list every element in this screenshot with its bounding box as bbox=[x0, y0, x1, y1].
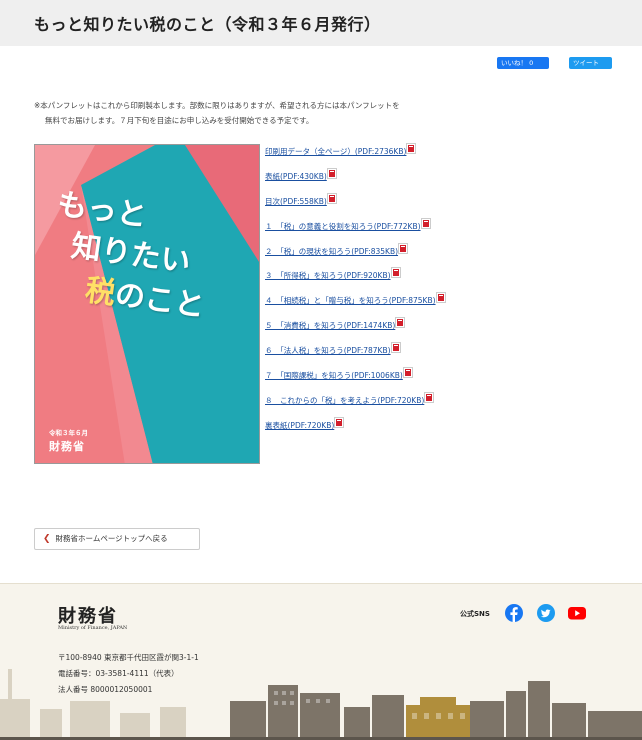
list-item: 表紙(PDF:430KB) bbox=[265, 167, 445, 196]
youtube-icon[interactable] bbox=[568, 604, 586, 622]
pdf-link-contents[interactable]: 目次(PDF:558KB) bbox=[265, 197, 327, 206]
cover-org: 財務省 bbox=[49, 440, 85, 453]
chevron-left-icon: ❮ bbox=[43, 534, 51, 544]
pdf-link-chapter-7[interactable]: ７ 「国際課税」を知ろう(PDF:1006KB) bbox=[265, 371, 403, 380]
pdf-icon bbox=[406, 143, 417, 154]
print-notice: ※本パンフレットはこれから印刷製本します。部数に限りはありますが、希望される方に… bbox=[34, 98, 554, 128]
pdf-icon bbox=[334, 416, 345, 428]
pdf-link-front-cover[interactable]: 表紙(PDF:430KB) bbox=[265, 172, 327, 181]
list-item: ８ これからの「税」を考えよう(PDF:720KB) bbox=[265, 391, 445, 420]
pdf-link-chapter-4[interactable]: ４ 「相続税」と「贈与税」を知ろう(PDF:875KB) bbox=[265, 296, 436, 305]
pdf-link-chapter-5[interactable]: ５ 「消費税」を知ろう(PDF:1474KB) bbox=[265, 321, 395, 330]
list-item: ７ 「国際課税」を知ろう(PDF:1006KB) bbox=[265, 367, 445, 395]
pdf-link-chapter-8[interactable]: ８ これからの「税」を考えよう(PDF:720KB) bbox=[265, 396, 424, 405]
pdf-icon bbox=[398, 242, 409, 254]
list-item: ３ 「所得税」を知ろう(PDF:920KB) bbox=[265, 267, 445, 295]
pamphlet-cover-image: もっと 知りたい 税のこと 令和３年６月 財務省 bbox=[34, 144, 260, 464]
pdf-icon bbox=[402, 367, 413, 379]
pdf-icon bbox=[395, 317, 406, 329]
pdf-icon bbox=[390, 267, 401, 279]
pdf-link-chapter-1[interactable]: １ 「税」の意義と役割を知ろう(PDF:772KB) bbox=[265, 222, 421, 231]
notice-line-2: 無料でお届けします。７月下旬を目途にお申し込みを受付開始できる予定です。 bbox=[45, 116, 314, 125]
list-item: ５ 「消費税」を知ろう(PDF:1474KB) bbox=[265, 317, 445, 345]
pdf-link-full[interactable]: 印刷用データ（全ページ）(PDF:2736KB) bbox=[265, 147, 406, 156]
site-footer: 財務省 Ministry of Finance, JAPAN 〒100-8940… bbox=[0, 583, 642, 740]
list-item: ６ 「法人税」を知ろう(PDF:787KB) bbox=[265, 342, 445, 370]
pdf-link-chapter-2[interactable]: ２ 「税」の現状を知ろう(PDF:835KB) bbox=[265, 247, 398, 256]
list-item: １ 「税」の意義と役割を知ろう(PDF:772KB) bbox=[265, 217, 445, 246]
back-to-top-button[interactable]: ❮ 財務省ホームページトップへ戻る bbox=[34, 528, 200, 550]
back-button-label: 財務省ホームページトップへ戻る bbox=[55, 534, 168, 543]
pdf-icon bbox=[424, 391, 435, 403]
pdf-icon bbox=[420, 217, 431, 229]
pdf-icon bbox=[390, 342, 401, 354]
twitter-icon[interactable] bbox=[537, 604, 555, 622]
list-item: 裏表紙(PDF:720KB) bbox=[265, 416, 445, 445]
list-item: ４ 「相続税」と「贈与税」を知ろう(PDF:875KB) bbox=[265, 292, 446, 320]
facebook-like-button[interactable]: いいね！ 0 bbox=[497, 57, 549, 69]
cover-date: 令和３年６月 bbox=[49, 429, 88, 437]
pdf-link-chapter-3[interactable]: ３ 「所得税」を知ろう(PDF:920KB) bbox=[265, 271, 391, 280]
list-item: 印刷用データ（全ページ）(PDF:2736KB) bbox=[265, 143, 445, 171]
page-header: もっと知りたい税のこと（令和３年６月発行） bbox=[0, 0, 642, 46]
pdf-link-list: 印刷用データ（全ページ）(PDF:2736KB) 表紙(PDF:430KB) 目… bbox=[265, 143, 446, 445]
notice-line-1: ※本パンフレットはこれから印刷製本します。部数に限りはありますが、希望される方に… bbox=[34, 101, 400, 110]
page-title: もっと知りたい税のこと（令和３年６月発行） bbox=[34, 15, 381, 34]
footer-contact: 〒100-8940 東京都千代田区霞が関3-1-1 電話番号：03-3581-4… bbox=[58, 650, 199, 698]
footer-corp-number: 法人番号 8000012050001 bbox=[58, 685, 153, 694]
footer-address: 〒100-8940 東京都千代田区霞が関3-1-1 bbox=[58, 653, 199, 662]
sns-label: 公式SNS bbox=[460, 610, 490, 618]
list-item: ２ 「税」の現状を知ろう(PDF:835KB) bbox=[265, 242, 445, 271]
footer-phone: 電話番号：03-3581-4111（代表） bbox=[58, 669, 179, 678]
pdf-icon bbox=[326, 167, 337, 179]
pdf-link-chapter-6[interactable]: ６ 「法人税」を知ろう(PDF:787KB) bbox=[265, 346, 391, 355]
pdf-link-back-cover[interactable]: 裏表紙(PDF:720KB) bbox=[265, 421, 334, 430]
pdf-icon bbox=[435, 292, 446, 304]
list-item: 目次(PDF:558KB) bbox=[265, 192, 445, 221]
facebook-icon[interactable] bbox=[505, 604, 523, 622]
pdf-icon bbox=[326, 192, 337, 204]
mof-logo-english: Ministry of Finance, JAPAN bbox=[58, 625, 128, 631]
tweet-button[interactable]: ツイート bbox=[569, 57, 612, 69]
